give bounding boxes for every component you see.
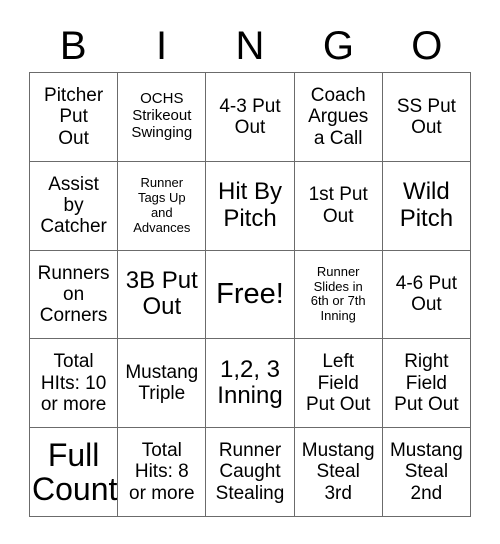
bingo-cell-label: Assist by Catcher xyxy=(40,173,107,238)
bingo-cell-r5-c1[interactable]: Full Count xyxy=(30,428,119,517)
bingo-cell-label: Total HIts: 10 or more xyxy=(40,351,107,415)
bingo-cell-label: Pitcher Put Out xyxy=(44,85,104,149)
bingo-cell-label: Runners on Corners xyxy=(37,262,110,327)
bingo-cell-label: Mustang Triple xyxy=(125,362,199,405)
bingo-cell-r1-c5[interactable]: SS Put Out xyxy=(382,73,471,162)
bingo-cell-r2-c2[interactable]: Runner Tags Up and Advances xyxy=(118,161,207,251)
bingo-cell-label: 4-3 Put Out xyxy=(219,95,281,138)
bingo-cell-r3-c2[interactable]: 3B Put Out xyxy=(118,250,207,340)
bingo-cell-label: Left Field Put Out xyxy=(305,351,371,415)
bingo-header-letter-n: N xyxy=(235,24,265,68)
bingo-cell-r4-c3[interactable]: 1,2, 3 Inning xyxy=(206,339,295,429)
bingo-cell-r5-c5[interactable]: Mustang Steal 2nd xyxy=(382,428,471,517)
bingo-cell-label: SS Put Out xyxy=(396,95,456,138)
bingo-cell-label: 1st Put Out xyxy=(308,184,368,227)
bingo-cell-label: Full Count xyxy=(32,436,118,508)
bingo-cell-r3-c3[interactable]: Free! xyxy=(206,250,295,340)
bingo-cell-r1-c3[interactable]: 4-3 Put Out xyxy=(206,73,295,162)
bingo-header-letter-o: O xyxy=(411,24,443,68)
bingo-cell-r4-c4[interactable]: Left Field Put Out xyxy=(294,339,383,429)
bingo-cell-label: Runner Tags Up and Advances xyxy=(133,175,191,235)
bingo-header-letter-i: I xyxy=(156,24,168,68)
bingo-header-letter-g: G xyxy=(322,24,354,68)
bingo-cell-r1-c4[interactable]: Coach Argues a Call xyxy=(294,73,383,162)
bingo-cell-r2-c4[interactable]: 1st Put Out xyxy=(294,161,383,251)
bingo-cell-r2-c1[interactable]: Assist by Catcher xyxy=(30,161,119,251)
bingo-card: B I N G O Pitcher Put Out OCHS Strikeout Swin… xyxy=(0,0,500,544)
bingo-cell-r4-c5[interactable]: Right Field Put Out xyxy=(382,339,471,429)
bingo-cell-r5-c4[interactable]: Mustang Steal 3rd xyxy=(294,428,383,517)
bingo-cell-r3-c5[interactable]: 4-6 Put Out xyxy=(382,250,471,340)
bingo-cell-label: Hit By Pitch xyxy=(217,178,282,232)
bingo-cell-r5-c2[interactable]: Total Hits: 8 or more xyxy=(118,428,207,517)
bingo-cell-label: Wild Pitch xyxy=(399,178,454,232)
bingo-cell-label: 1,2, 3 Inning xyxy=(217,355,283,410)
bingo-header: BINGO xyxy=(29,22,471,70)
bingo-cell-label: OCHS Strikeout Swinging xyxy=(131,90,193,142)
bingo-cell-label: Runner Caught Stealing xyxy=(215,440,285,504)
bingo-cell-label: Total Hits: 8 or more xyxy=(129,440,195,504)
bingo-cell-label: 4-6 Put Out xyxy=(395,273,458,316)
bingo-cell-label: Mustang Steal 2nd xyxy=(389,440,463,504)
bingo-cell-label: Mustang Steal 3rd xyxy=(301,440,375,504)
bingo-header-letter-b: B xyxy=(59,24,87,68)
bingo-cell-r2-c5[interactable]: Wild Pitch xyxy=(382,161,471,251)
bingo-cell-r2-c3[interactable]: Hit By Pitch xyxy=(206,161,295,251)
bingo-cell-label: Free! xyxy=(216,277,284,310)
bingo-cell-r3-c1[interactable]: Runners on Corners xyxy=(30,250,119,340)
bingo-cell-label: Right Field Put Out xyxy=(394,351,459,415)
bingo-cell-label: Runner Slides in 6th or 7th Inning xyxy=(310,263,366,324)
bingo-cell-r3-c4[interactable]: Runner Slides in 6th or 7th Inning xyxy=(294,250,383,340)
bingo-cell-r1-c2[interactable]: OCHS Strikeout Swinging xyxy=(118,73,207,162)
bingo-cell-r4-c1[interactable]: Total HIts: 10 or more xyxy=(30,339,119,429)
bingo-cell-label: 3B Put Out xyxy=(125,267,198,321)
bingo-cell-r4-c2[interactable]: Mustang Triple xyxy=(118,339,207,429)
bingo-grid: Pitcher Put Out OCHS Strikeout Swinging 4-… xyxy=(29,72,471,517)
bingo-cell-r1-c1[interactable]: Pitcher Put Out xyxy=(30,73,119,162)
bingo-cell-label: Coach Argues a Call xyxy=(308,85,369,149)
bingo-cell-r5-c3[interactable]: Runner Caught Stealing xyxy=(206,428,295,517)
